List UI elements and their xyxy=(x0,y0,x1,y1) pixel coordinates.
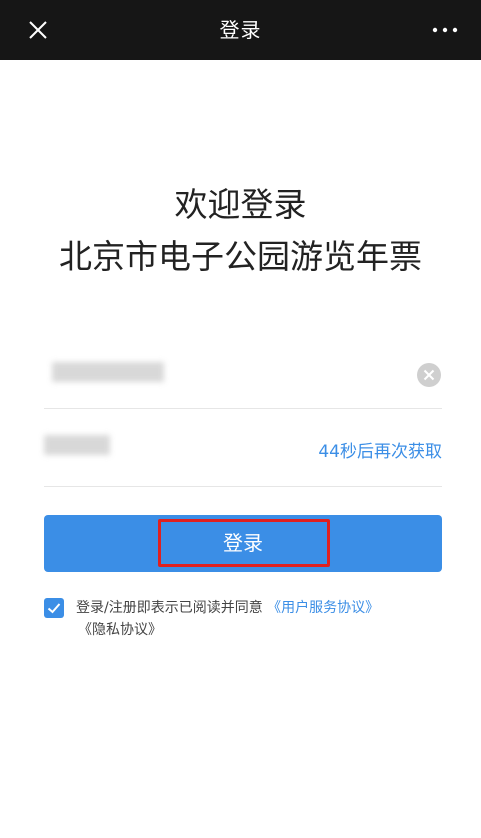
agreement-checkbox[interactable] xyxy=(44,598,64,618)
code-value-redacted xyxy=(44,435,110,455)
agreement-text-line2: 《隐私协议》 xyxy=(78,617,162,643)
user-agreement-link[interactable]: 《用户服务协议》 xyxy=(267,600,379,616)
check-icon xyxy=(47,603,61,614)
verification-code-field: 44秒后再次获取 xyxy=(44,423,442,473)
phone-value-redacted xyxy=(52,362,164,382)
clear-icon[interactable] xyxy=(416,362,442,388)
welcome-heading: 欢迎登录 xyxy=(174,185,307,224)
welcome-subheading: 北京市电子公园游览年票 xyxy=(59,237,422,276)
phone-field xyxy=(44,350,442,400)
privacy-policy-link[interactable]: 《隐私协议》 xyxy=(78,622,162,638)
top-bar: 登录 xyxy=(0,0,481,60)
agreement-statement: 登录/注册即表示已阅读并同意 xyxy=(76,600,263,616)
more-icon[interactable] xyxy=(429,18,461,42)
login-button[interactable]: 登录 xyxy=(44,515,442,572)
divider xyxy=(44,408,442,409)
highlight-box xyxy=(158,519,330,567)
page-title: 登录 xyxy=(219,18,262,42)
resend-code-button[interactable]: 44秒后再次获取 xyxy=(318,437,442,462)
divider xyxy=(44,486,442,487)
